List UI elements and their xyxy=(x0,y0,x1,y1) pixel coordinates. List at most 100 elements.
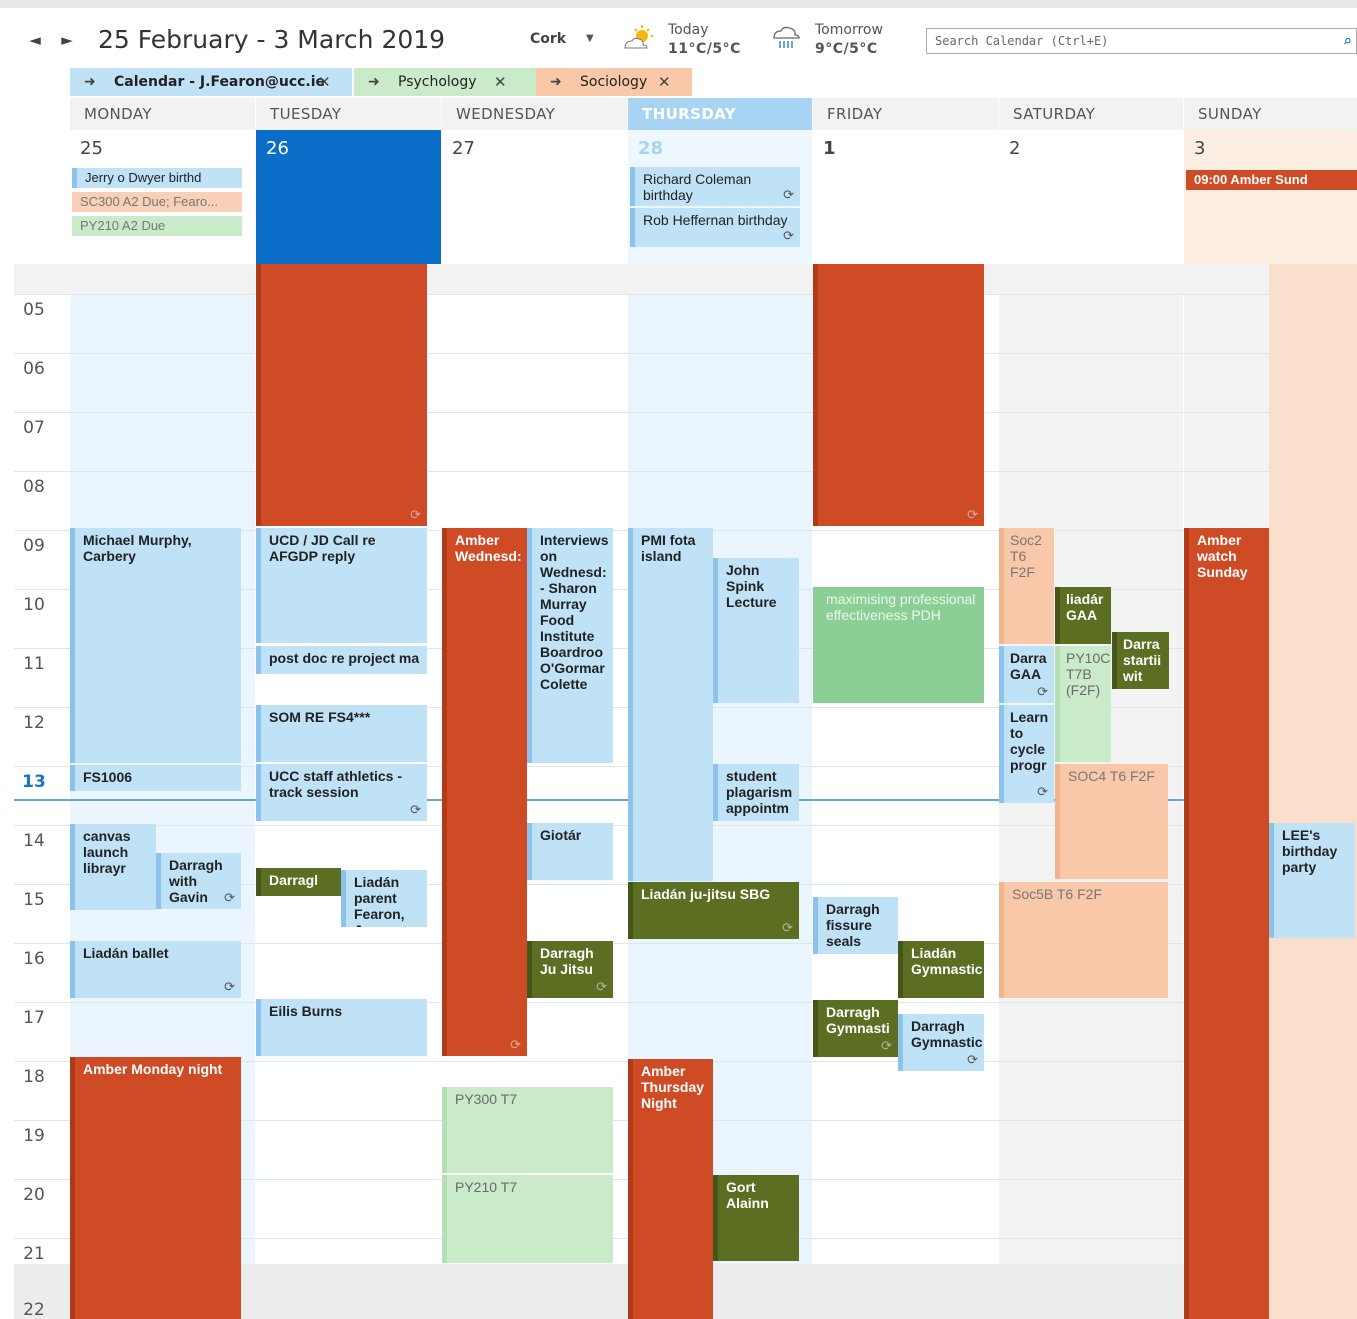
event[interactable]: Eilis Burns xyxy=(256,999,427,1056)
event-title: Liadán Gymnastic xyxy=(911,945,983,977)
allday-event[interactable]: Richard Coleman birthday ⟳ xyxy=(630,167,800,206)
event[interactable]: Gort Alainn xyxy=(713,1175,799,1261)
event[interactable]: John Spink Lecture xyxy=(713,558,799,703)
event[interactable]: Liadán ju-jitsu SBG ⟳ xyxy=(628,882,799,939)
hour-label: 08 xyxy=(23,477,45,497)
date-range-title[interactable]: 25 February - 3 March 2019 xyxy=(98,25,445,54)
event[interactable]: Darragh Gymnasti ⟳ xyxy=(813,1000,898,1057)
hour-label: 06 xyxy=(23,359,45,379)
event[interactable]: Soc5B T6 F2F xyxy=(999,882,1168,998)
hour-line xyxy=(14,471,1357,472)
allday-event[interactable]: Jerry o Dwyer birthd xyxy=(72,168,242,188)
event[interactable]: Interviews on Wednesd: - Sharon Murray F… xyxy=(527,528,613,763)
event[interactable]: student plagarism appointm xyxy=(713,764,799,821)
hour-label: 12 xyxy=(23,713,45,733)
event[interactable]: UCC staff athletics - track session ⟳ xyxy=(256,764,427,821)
day-cell-3[interactable]: 3 xyxy=(1184,130,1357,264)
event[interactable]: ⟳ xyxy=(256,264,427,526)
event[interactable]: Darragh Ju Jitsu ⟳ xyxy=(527,941,613,998)
recurring-icon: ⟳ xyxy=(782,920,793,935)
event-title: Amber Wednesd: xyxy=(455,532,522,564)
day-header-saturday: SATURDAY xyxy=(999,98,1183,130)
allday-event[interactable]: SC300 A2 Due; Fearo... xyxy=(72,192,242,212)
close-icon[interactable]: ✕ xyxy=(658,68,671,96)
day-cell-1[interactable]: 1 xyxy=(813,130,998,264)
calendar-tabs: ➜ Calendar - J.Fearon@ucc.ie ✕ ➜ Psychol… xyxy=(70,68,1357,96)
event[interactable]: Amber Thursday Night xyxy=(628,1059,713,1319)
hour-label: 17 xyxy=(23,1008,45,1028)
event[interactable]: Soc2 T6 F2F xyxy=(999,528,1054,644)
recurring-icon: ⟳ xyxy=(967,1052,978,1067)
event[interactable]: Darragl xyxy=(256,868,341,896)
event-title: PY300 T7 xyxy=(455,1091,518,1107)
hour-label: 20 xyxy=(23,1185,45,1205)
event[interactable]: post doc re project ma xyxy=(256,646,427,674)
event[interactable]: ⟳ xyxy=(813,264,984,526)
tab-psychology[interactable]: ➜ Psychology ✕ xyxy=(354,68,538,96)
recurring-icon: ⟳ xyxy=(410,802,421,817)
event[interactable]: SOM RE FS4*** xyxy=(256,705,427,762)
allday-event[interactable]: Rob Heffernan birthday ⟳ xyxy=(630,208,800,247)
event[interactable]: Learn to cycle progr ⟳ xyxy=(999,705,1054,803)
event[interactable]: Darragh Gymnastic ⟳ xyxy=(898,1014,984,1071)
top-border xyxy=(0,0,1357,8)
today-weather-temp: 11°C/5°C xyxy=(668,41,741,57)
tab-sociology[interactable]: ➜ Sociology ✕ xyxy=(536,68,692,96)
day-cell-26[interactable]: 26 xyxy=(256,130,441,264)
event[interactable]: Amber watch Sunday xyxy=(1184,528,1269,1319)
event[interactable]: Darra GAA ⟳ xyxy=(999,646,1054,703)
next-week-button[interactable]: ► xyxy=(60,30,74,50)
event-title: PMI fota island xyxy=(641,532,696,564)
event[interactable]: Amber Wednesd: ⟳ xyxy=(442,528,527,1056)
day-cell-27[interactable]: 27 xyxy=(442,130,627,264)
event-title: Liadán ballet xyxy=(83,945,169,961)
event-title: Amber Monday night xyxy=(83,1061,223,1077)
event[interactable]: PY10C T7B (F2F) xyxy=(1055,646,1111,762)
allday-event[interactable]: PY210 A2 Due xyxy=(72,216,242,236)
event[interactable]: PY210 T7 xyxy=(442,1175,613,1263)
event[interactable]: Amber Monday night xyxy=(70,1057,241,1319)
event[interactable]: PY300 T7 xyxy=(442,1087,613,1173)
event-title: Darragh Ju Jitsu xyxy=(540,945,594,977)
previous-week-button[interactable]: ◄ xyxy=(28,30,42,50)
event-title: Liadán parent Fearon, Jc xyxy=(354,874,405,927)
hour-label: 22 xyxy=(23,1300,45,1319)
allday-event[interactable]: 09:00 Amber Sund xyxy=(1186,170,1357,190)
event-title: 09:00 Amber Sund xyxy=(1194,172,1308,187)
event[interactable]: PMI fota island xyxy=(628,528,713,881)
event[interactable]: Darra startii wit xyxy=(1112,632,1169,689)
event-title: canvas launch librayr xyxy=(83,828,131,876)
weather-city[interactable]: Cork xyxy=(530,31,566,47)
event[interactable]: Giotár xyxy=(527,823,613,880)
event[interactable]: Darragh with Gavin ⟳ xyxy=(156,853,241,909)
day-cell-2[interactable]: 2 xyxy=(999,130,1183,264)
event[interactable]: LEE's birthday party xyxy=(1269,823,1355,938)
event[interactable]: Liadán parent Fearon, Jc xyxy=(341,870,427,927)
event[interactable]: maximising professional effectiveness PD… xyxy=(813,587,984,703)
event[interactable]: FS1006 xyxy=(70,765,241,791)
tab-label: Psychology xyxy=(398,74,477,90)
event[interactable]: Liadán ballet ⟳ xyxy=(70,941,241,998)
recurring-icon: ⟳ xyxy=(783,187,794,202)
tomorrow-weather-label: Tomorrow xyxy=(815,22,883,38)
close-icon[interactable]: ✕ xyxy=(494,68,507,96)
chevron-down-icon[interactable]: ▼ xyxy=(586,33,594,44)
day-number: 26 xyxy=(266,138,289,159)
event[interactable]: Michael Murphy, Carbery xyxy=(70,528,241,763)
partly-sunny-icon xyxy=(624,25,653,49)
tab-calendar-jfearon[interactable]: ➜ Calendar - J.Fearon@ucc.ie ✕ xyxy=(70,68,352,96)
event[interactable]: UCD / JD Call re AFGDP reply xyxy=(256,528,427,643)
event[interactable]: SOC4 T6 F2F xyxy=(1055,764,1168,879)
event-title: SOC4 T6 F2F xyxy=(1068,768,1155,784)
hour-line xyxy=(14,1002,1357,1003)
event[interactable]: Darragh fissure seals xyxy=(813,897,898,954)
event[interactable]: liadár GAA xyxy=(1055,587,1111,644)
event[interactable]: Liadán Gymnastic xyxy=(898,941,984,998)
hour-label: 09 xyxy=(23,536,45,556)
search-icon[interactable]: ⌕ xyxy=(1343,32,1352,50)
search-input[interactable]: Search Calendar (Ctrl+E) ⌕ xyxy=(926,28,1357,54)
close-icon[interactable]: ✕ xyxy=(318,68,331,96)
hour-label: 18 xyxy=(23,1067,45,1087)
event[interactable]: canvas launch librayr xyxy=(70,824,156,910)
event-title: Rob Heffernan birthday xyxy=(643,212,788,228)
